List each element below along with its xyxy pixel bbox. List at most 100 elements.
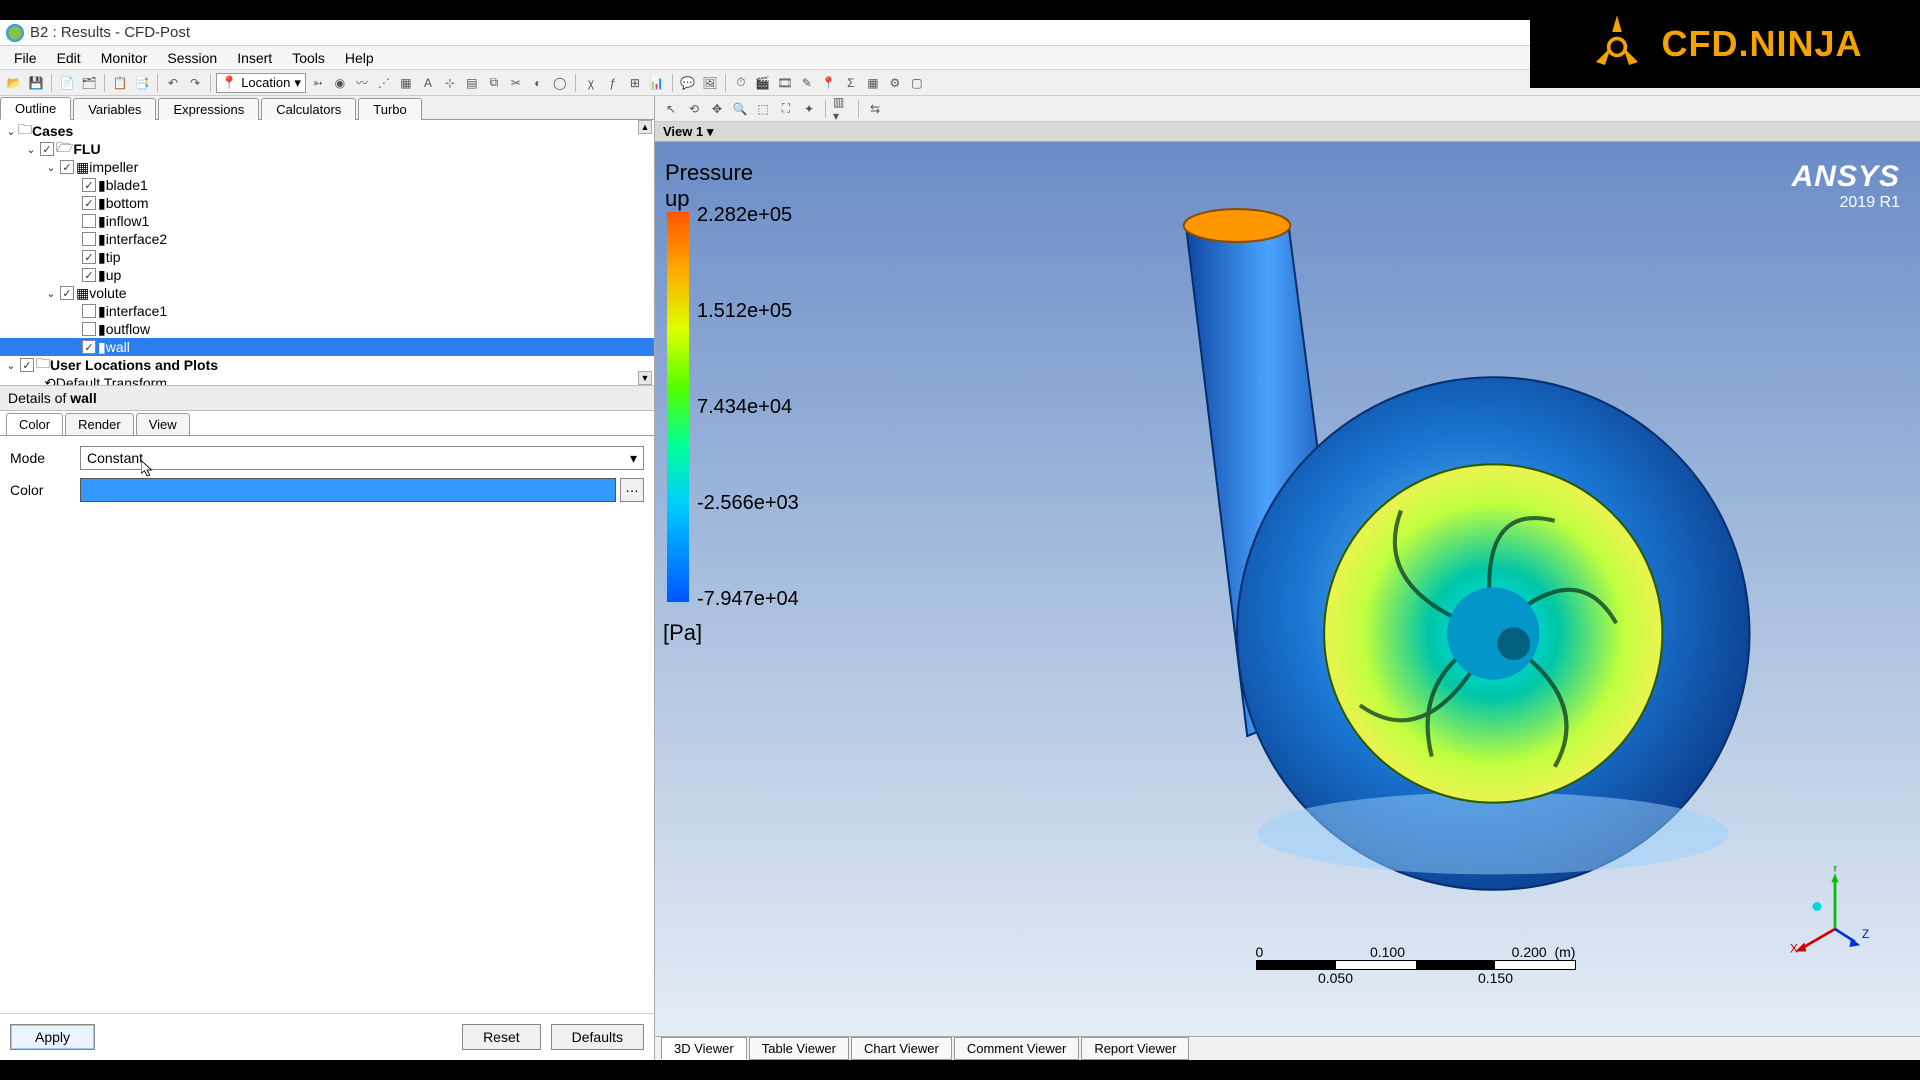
checkbox[interactable] <box>82 322 96 336</box>
apply-button[interactable]: Apply <box>10 1024 95 1050</box>
menu-tools[interactable]: Tools <box>282 47 335 69</box>
color-swatch[interactable] <box>80 478 616 502</box>
text-icon[interactable]: A <box>418 73 438 93</box>
tree-user-locations[interactable]: ⌄ 🗀 User Locations and Plots <box>0 356 654 374</box>
tree-item-up[interactable]: ▮ up <box>0 266 654 284</box>
probe-icon[interactable]: 📍 <box>819 73 839 93</box>
tree-item-inflow1[interactable]: ▮ inflow1 <box>0 212 654 230</box>
tree-flu[interactable]: ⌄ 🗁 FLU <box>0 140 654 158</box>
tab-view[interactable]: View <box>136 413 190 435</box>
save-icon[interactable]: 💾 <box>26 73 46 93</box>
checkbox[interactable] <box>82 268 96 282</box>
streamline-icon[interactable]: 〰 <box>352 73 372 93</box>
highlight-icon[interactable]: ✦ <box>799 99 819 119</box>
instance-icon[interactable]: ⧉ <box>484 73 504 93</box>
tree-item-outflow[interactable]: ▮ outflow <box>0 320 654 338</box>
tab-3d-viewer[interactable]: 3D Viewer <box>661 1037 747 1060</box>
select-icon[interactable]: ↖ <box>661 99 681 119</box>
menu-insert[interactable]: Insert <box>227 47 282 69</box>
undo-icon[interactable]: ↶ <box>163 73 183 93</box>
3d-viewport[interactable]: Pressure up 2.282e+05 1.512e+05 7.434e+0… <box>655 142 1920 1036</box>
redo-icon[interactable]: ↷ <box>185 73 205 93</box>
checkbox[interactable] <box>40 142 54 156</box>
checkbox[interactable] <box>82 232 96 246</box>
tab-render[interactable]: Render <box>65 413 134 435</box>
axis-triad[interactable]: Y X Z <box>1790 866 1880 956</box>
rotate-icon[interactable]: ⟲ <box>684 99 704 119</box>
tree-volute[interactable]: ⌄ ▦ volute <box>0 284 654 302</box>
axis-icon[interactable]: ⊹ <box>440 73 460 93</box>
color-picker-button[interactable]: … <box>620 478 644 502</box>
tree-cases[interactable]: ⌄🗀 Cases <box>0 122 654 140</box>
tree-item-wall[interactable]: ▮ wall <box>0 338 654 356</box>
checkbox[interactable] <box>20 358 34 372</box>
tab-expressions[interactable]: Expressions <box>158 98 259 120</box>
tree-impeller[interactable]: ⌄ ▦ impeller <box>0 158 654 176</box>
keyframe-icon[interactable]: 🎞 <box>775 73 795 93</box>
last-icon[interactable]: ▢ <box>907 73 927 93</box>
tree-default-transform[interactable]: ⟲ Default Transform <box>0 374 654 385</box>
view-header[interactable]: View 1 ▾ <box>655 122 1920 142</box>
table-icon[interactable]: ⊞ <box>625 73 645 93</box>
tree-item-blade1[interactable]: ▮ blade1 <box>0 176 654 194</box>
tab-table-viewer[interactable]: Table Viewer <box>749 1037 849 1060</box>
checkbox[interactable] <box>82 340 96 354</box>
autoreport-icon[interactable]: 📑 <box>132 73 152 93</box>
menu-help[interactable]: Help <box>335 47 384 69</box>
tree-item-interface2[interactable]: ▮ interface2 <box>0 230 654 248</box>
contour-icon[interactable]: ◉ <box>330 73 350 93</box>
expression-icon[interactable]: ƒ <box>603 73 623 93</box>
checkbox[interactable] <box>82 178 96 192</box>
tab-chart-viewer[interactable]: Chart Viewer <box>851 1037 952 1060</box>
zoom-icon[interactable]: 🔍 <box>730 99 750 119</box>
report-icon[interactable]: 📋 <box>110 73 130 93</box>
outline-tree[interactable]: ▲ ⌄🗀 Cases ⌄ 🗁 FLU ⌄ ▦ impeller ▮ blade1… <box>0 120 654 385</box>
tab-color[interactable]: Color <box>6 413 63 435</box>
fit-icon[interactable]: ⛶ <box>776 99 796 119</box>
menu-session[interactable]: Session <box>157 47 227 69</box>
checkbox[interactable] <box>60 286 74 300</box>
vector-icon[interactable]: ➳ <box>308 73 328 93</box>
clip-icon[interactable]: ✂ <box>506 73 526 93</box>
vortex-icon[interactable]: ◯ <box>550 73 570 93</box>
tree-item-bottom[interactable]: ▮ bottom <box>0 194 654 212</box>
sync-icon[interactable]: ⇆ <box>865 99 885 119</box>
tab-comment-viewer[interactable]: Comment Viewer <box>954 1037 1079 1060</box>
predef-view-icon[interactable]: ▥ ▾ <box>832 99 852 119</box>
tab-turbo[interactable]: Turbo <box>358 98 421 120</box>
menu-monitor[interactable]: Monitor <box>91 47 158 69</box>
checkbox[interactable] <box>82 196 96 210</box>
defaults-button[interactable]: Defaults <box>551 1024 644 1050</box>
scroll-up-icon[interactable]: ▲ <box>638 120 652 134</box>
legend-icon[interactable]: ▤ <box>462 73 482 93</box>
menu-edit[interactable]: Edit <box>47 47 91 69</box>
tab-calculators[interactable]: Calculators <box>261 98 356 120</box>
tree-item-interface1[interactable]: ▮ interface1 <box>0 302 654 320</box>
menu-file[interactable]: File <box>4 47 47 69</box>
mode-dropdown[interactable]: Constant▾ <box>80 446 644 470</box>
open-icon[interactable]: 📂 <box>4 73 24 93</box>
turbo-icon[interactable]: ⚙ <box>885 73 905 93</box>
particle-icon[interactable]: ⋰ <box>374 73 394 93</box>
volume-icon[interactable]: ▦ <box>396 73 416 93</box>
compare-icon[interactable]: 🗂 <box>79 73 99 93</box>
tab-variables[interactable]: Variables <box>73 98 156 120</box>
checkbox[interactable] <box>82 304 96 318</box>
load-icon[interactable]: 📄 <box>57 73 77 93</box>
chart-icon[interactable]: 📊 <box>647 73 667 93</box>
checkbox[interactable] <box>82 250 96 264</box>
timestep-icon[interactable]: ⏱ <box>731 73 751 93</box>
mesh-calc-icon[interactable]: ▦ <box>863 73 883 93</box>
calc-macro-icon[interactable]: Σ <box>841 73 861 93</box>
tab-report-viewer[interactable]: Report Viewer <box>1081 1037 1189 1060</box>
reset-button[interactable]: Reset <box>462 1024 541 1050</box>
checkbox[interactable] <box>82 214 96 228</box>
zoombox-icon[interactable]: ⬚ <box>753 99 773 119</box>
checkbox[interactable] <box>60 160 74 174</box>
figure-icon[interactable]: 🖼 <box>700 73 720 93</box>
tab-outline[interactable]: Outline <box>0 97 71 120</box>
pan-icon[interactable]: ✥ <box>707 99 727 119</box>
tree-item-tip[interactable]: ▮ tip <box>0 248 654 266</box>
location-dropdown[interactable]: 📍Location▾ <box>216 73 306 93</box>
quick-edit-icon[interactable]: ✎ <box>797 73 817 93</box>
